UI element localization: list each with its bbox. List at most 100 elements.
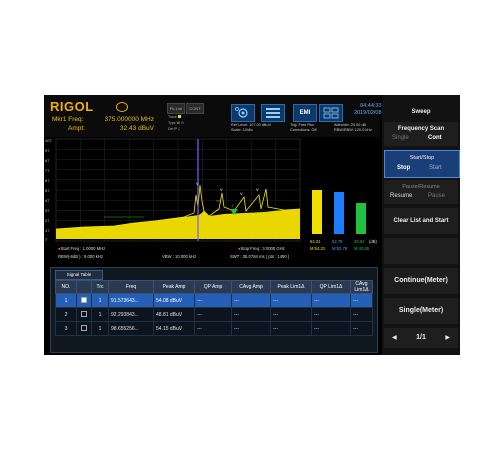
y-tick: 27: [45, 218, 50, 223]
table-header-row: NO. Trc Freq Peak Amp QP Amp CAvg Amp Pe…: [55, 280, 373, 294]
logo-swirl-icon: [116, 102, 128, 112]
cell-qp: ---: [194, 321, 232, 336]
checkbox-checked-icon[interactable]: [81, 296, 87, 303]
y-tick: 97: [45, 148, 50, 153]
menu-title: Sweep: [384, 105, 458, 119]
start-option[interactable]: Start: [429, 165, 442, 171]
marker-v3: V: [240, 191, 243, 196]
cell-trc: 1: [91, 293, 109, 308]
pause-resume-toggle[interactable]: Pause/Resume Resume Pause: [384, 180, 458, 204]
rbw-value[interactable]: RBW(-6dB ) : 9.000 kHz: [58, 254, 103, 259]
marker-amp-label: Ampt:: [68, 125, 85, 132]
type-label: Type: [168, 121, 176, 125]
cell-no: 2: [55, 307, 77, 322]
stop-freq[interactable]: ●Stop Freq : 3.0000 GHz: [238, 246, 285, 251]
cont-button[interactable]: CONT: [186, 103, 204, 114]
meter-unit: (dB): [369, 239, 377, 244]
single-meter-button[interactable]: Single(Meter): [384, 298, 458, 324]
cell-pk-lim: ---: [270, 307, 312, 322]
stop-option[interactable]: Stop: [397, 165, 410, 171]
signal-table-tab[interactable]: Signal Table: [55, 270, 103, 280]
clear-list-button[interactable]: Clear List and Start: [384, 208, 458, 234]
y-tick: 67: [45, 178, 50, 183]
checkbox-icon[interactable]: [81, 324, 87, 331]
cell-pk-lim: ---: [270, 293, 312, 308]
row-checkbox[interactable]: [76, 307, 92, 322]
meter-bar-qp: [334, 192, 344, 234]
meter-max-qp: M:52.78: [332, 246, 348, 251]
marker-v1: V: [196, 181, 199, 186]
emi-mode-button[interactable]: EMI: [293, 104, 317, 122]
col-freq: Freq: [108, 280, 154, 294]
cell-freq: 98.655256...: [108, 321, 154, 336]
cell-freq: 91.573643...: [108, 293, 154, 308]
cell-cavg-lim: ---: [350, 293, 373, 308]
checkbox-icon[interactable]: [81, 310, 87, 317]
det-label: Det: [168, 127, 174, 131]
y-tick: 107: [45, 138, 52, 143]
table-row[interactable]: 2 1 92.293843... 48.81 dBuV --- --- --- …: [55, 307, 373, 322]
empty-softkey: [384, 238, 458, 264]
col-trc: Trc: [91, 280, 109, 294]
prev-page-icon[interactable]: ◀: [392, 328, 397, 348]
y-tick: 37: [45, 208, 50, 213]
corrections: Corrections: Off: [290, 128, 317, 132]
resume-option[interactable]: Resume: [390, 193, 412, 199]
rigol-logo: RIGOL: [50, 99, 94, 114]
start-freq-text: Start Freq : 1.0000 MHz: [60, 246, 106, 251]
col-cavg-lim: CAvg Lim1Δ: [350, 280, 373, 294]
y-tick: 87: [45, 158, 50, 163]
start-freq[interactable]: ●Start Freq : 1.0000 MHz: [58, 246, 105, 251]
cell-peak: 48.81 dBuV: [153, 307, 195, 322]
trigger-info: Trig: Free Run Corrections: Off: [290, 123, 317, 133]
cell-no: 1: [55, 293, 77, 308]
meter-display-icon[interactable]: [261, 104, 285, 122]
meter-value-qp: 52.78: [332, 239, 343, 244]
spectrum-plot-area: V V V V 1 107 97 87 77 67 57 47 37 27 17…: [44, 137, 380, 255]
page-indicator: 1/1: [416, 334, 426, 341]
top-status-bar: RIGOL Mkr1 Freq: Ampt: 375.000000 MHz 32…: [44, 95, 382, 137]
meter-max-cavg: M:40.65: [354, 246, 370, 251]
layout-grid-icon[interactable]: [319, 104, 343, 122]
frequency-scan-toggle[interactable]: Frequency Scan Single Cont: [384, 122, 458, 146]
time: 04:44:33: [360, 103, 382, 109]
swt-value[interactable]: SWT : 35.0784 ms ( pts : 1490 ): [230, 254, 289, 259]
cell-no: 3: [55, 321, 77, 336]
cell-freq: 92.293843...: [108, 307, 154, 322]
analyzer-screen: RIGOL Mkr1 Freq: Ampt: 375.000000 MHz 32…: [44, 95, 460, 355]
clock: 04:44:33 2019/02/08: [354, 103, 382, 117]
start-stop-toggle[interactable]: Start/Stop Stop Start: [384, 150, 460, 178]
cont-option[interactable]: Cont: [428, 135, 442, 141]
y-tick: 57: [45, 188, 50, 193]
cell-qp: ---: [194, 293, 232, 308]
y-tick: 17: [45, 228, 50, 233]
start-stop-label: Start/Stop: [409, 155, 435, 161]
col-qp-lim: QP Lim1Δ: [311, 280, 351, 294]
continue-meter-button[interactable]: Continue(Meter): [384, 268, 458, 294]
table-row[interactable]: 1 1 91.573643... 54.08 dBuV --- --- --- …: [55, 293, 373, 308]
rbw-header: RBW/RBW: 120.0 kHz: [334, 128, 372, 132]
pause-option[interactable]: Pause: [428, 193, 445, 199]
cell-cavg: ---: [231, 293, 271, 308]
col-peak-amp: Peak Amp: [153, 280, 195, 294]
scale: Scale: 10/div: [231, 128, 253, 132]
col-cavg-amp: CAvg Amp: [231, 280, 271, 294]
y-tick: 47: [45, 198, 50, 203]
ref-level-info: Ref Level: 107.00 dBuV Scale: 10/div: [231, 123, 271, 133]
vbw-value[interactable]: VBW : 10.000 kHz: [162, 254, 196, 259]
marker-values: 375.000000 MHz 32.43 dBuV: [88, 115, 154, 133]
row-checkbox[interactable]: [76, 293, 92, 308]
cell-peak: 54.08 dBuV: [153, 293, 195, 308]
cell-peak: 54.15 dBuV: [153, 321, 195, 336]
pause-resume-label: Pause/Resume: [402, 184, 440, 190]
row-checkbox[interactable]: [76, 321, 92, 336]
pk-lim-button[interactable]: Pk-Lim: [167, 103, 185, 114]
table-row[interactable]: 3 1 98.655256... 54.15 dBuV --- --- --- …: [55, 321, 373, 336]
next-page-icon[interactable]: ▶: [445, 328, 450, 348]
single-option[interactable]: Single: [392, 135, 409, 141]
settings-gear-icon[interactable]: [231, 104, 255, 122]
meter-max-peak: M:54.21: [310, 246, 326, 251]
sweep-softkey-menu: Sweep Frequency Scan Single Cont Start/S…: [382, 95, 460, 355]
marker-freq-label: Mkr1 Freq:: [52, 116, 84, 123]
marker-amp-value: 32.43 dBuV: [120, 125, 154, 132]
